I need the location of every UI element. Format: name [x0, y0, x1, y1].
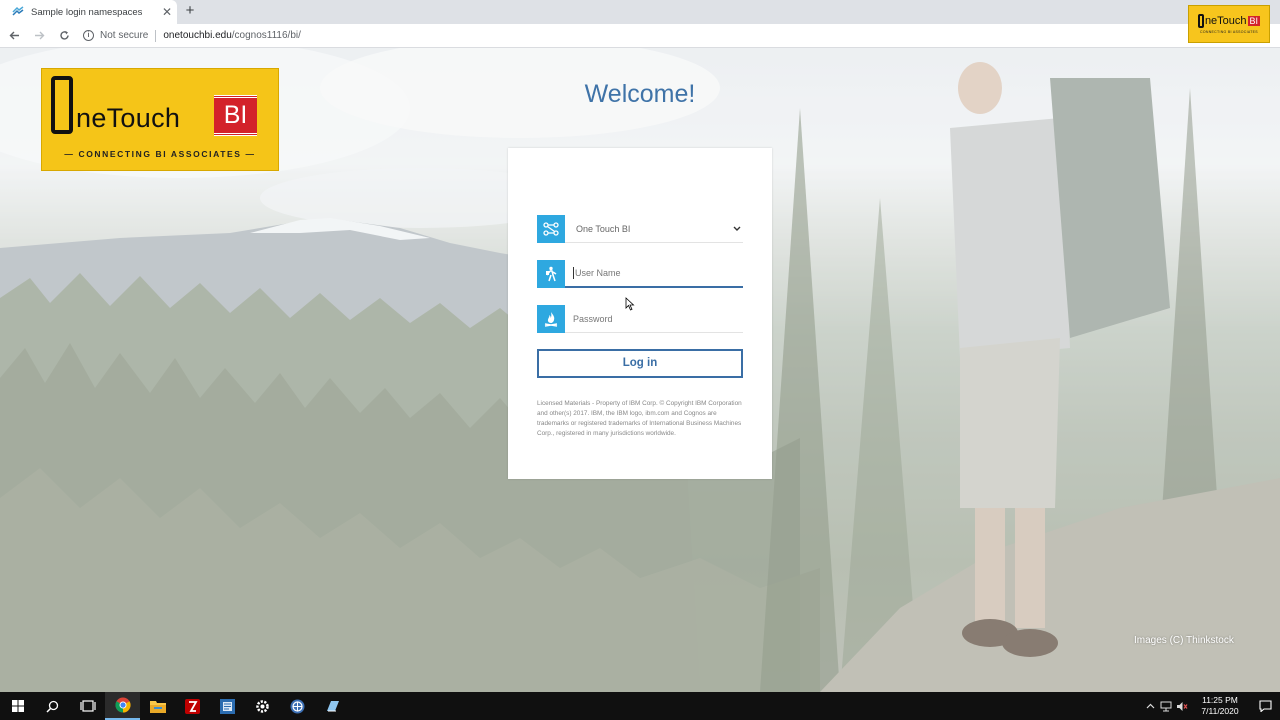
logo-bi: BI	[214, 95, 257, 136]
taskbar-filezilla[interactable]	[175, 692, 210, 720]
campfire-icon	[537, 305, 565, 333]
search-icon	[46, 700, 59, 713]
logo-text: neTouch	[76, 103, 181, 133]
browser-tab-bar: Sample login namespaces ✕ +	[0, 0, 1280, 24]
forward-button[interactable]	[28, 25, 50, 47]
tab-close-icon[interactable]: ✕	[157, 5, 177, 19]
url-host: onetouchbi.edu	[163, 30, 232, 41]
url-box[interactable]: i Not secure onetouchbi.edu /cognos1116/…	[83, 29, 301, 42]
clock-date: 7/11/2020	[1201, 706, 1239, 716]
namespace-dropdown[interactable]: One Touch BI	[565, 215, 743, 243]
taskbar-file-explorer[interactable]	[140, 692, 175, 720]
namespace-icon	[537, 215, 565, 243]
reload-button[interactable]	[53, 25, 75, 47]
action-center-button[interactable]	[1250, 700, 1280, 712]
start-icon	[11, 700, 24, 712]
start-button[interactable]	[0, 692, 35, 720]
system-tray: 11:25 PM 7/11/2020	[1142, 692, 1280, 720]
filezilla-icon	[185, 698, 200, 714]
forward-arrow-icon	[34, 31, 44, 40]
taskbar-network-app[interactable]	[280, 692, 315, 720]
file-explorer-icon	[149, 701, 166, 713]
text-caret	[573, 267, 574, 279]
word-app-icon	[220, 698, 235, 714]
logo-o-glyph	[51, 76, 73, 134]
settings-icon	[256, 699, 269, 713]
info-icon[interactable]: i	[83, 30, 94, 41]
onetouch-bi-logo: neTouch BI — CONNECTING BI ASSOCIATES —	[41, 68, 279, 171]
task-view-button[interactable]	[70, 692, 105, 720]
notification-icon	[1258, 700, 1272, 712]
chevron-up-icon	[1146, 703, 1154, 709]
namespace-select[interactable]: One Touch BI	[537, 215, 743, 243]
url-path: /cognos1116/bi/	[231, 30, 301, 41]
login-button[interactable]: Log in	[537, 349, 743, 378]
tab-title: Sample login namespaces	[31, 6, 143, 18]
back-arrow-icon	[9, 31, 19, 40]
network-nodes-icon	[543, 222, 559, 236]
login-card: One Touch BI User Name Password Log in L…	[508, 148, 772, 479]
network-tray-button[interactable]	[1158, 692, 1174, 720]
windows-taskbar: 11:25 PM 7/11/2020	[0, 692, 1280, 720]
corner-logo-bi: BI	[1247, 16, 1261, 26]
security-label: Not secure	[100, 30, 149, 41]
reload-icon	[59, 31, 69, 40]
show-hidden-icons[interactable]	[1142, 692, 1158, 720]
password-placeholder: Password	[573, 313, 613, 324]
hiker-icon	[537, 260, 565, 288]
welcome-heading: Welcome!	[584, 80, 696, 108]
new-tab-button[interactable]: +	[181, 2, 199, 20]
cognos-favicon-icon	[12, 6, 24, 16]
corner-logo-tagline: CONNECTING BI ASSOCIATES	[1200, 30, 1258, 34]
remote-desktop-icon	[327, 700, 339, 711]
taskbar-word-app[interactable]	[210, 692, 245, 720]
namespace-value: One Touch BI	[576, 223, 631, 234]
image-credit: Images (C) Thinkstock	[1134, 635, 1234, 646]
corner-logo-text: neTouch	[1204, 15, 1247, 27]
taskbar-chrome[interactable]	[105, 692, 140, 720]
back-button[interactable]	[3, 25, 25, 47]
chrome-icon	[114, 697, 131, 713]
search-button[interactable]	[35, 692, 70, 720]
volume-tray-button[interactable]	[1174, 692, 1190, 720]
mouse-cursor-icon	[625, 297, 635, 311]
username-input[interactable]: User Name	[565, 260, 743, 288]
password-input[interactable]: Password	[565, 305, 743, 333]
login-page: neTouch BI — CONNECTING BI ASSOCIATES — …	[0, 48, 1280, 692]
username-row: User Name	[537, 260, 743, 288]
clock-time: 11:25 PM	[1202, 695, 1238, 705]
taskbar-remote-desktop[interactable]	[315, 692, 350, 720]
corner-logo: neTouch BI CONNECTING BI ASSOCIATES	[1188, 5, 1270, 43]
logo-tagline: — CONNECTING BI ASSOCIATES —	[64, 149, 256, 159]
legal-notice: Licensed Materials - Property of IBM Cor…	[537, 400, 742, 437]
address-bar: i Not secure onetouchbi.edu /cognos1116/…	[0, 24, 1280, 48]
browser-tab[interactable]: Sample login namespaces ✕	[0, 0, 177, 24]
task-view-icon	[79, 700, 96, 712]
chevron-down-icon	[731, 224, 743, 234]
taskbar-settings[interactable]	[245, 692, 280, 720]
taskbar-clock[interactable]: 11:25 PM 7/11/2020	[1190, 695, 1250, 717]
password-row: Password	[537, 305, 743, 333]
network-app-icon	[290, 699, 305, 713]
volume-muted-icon	[1177, 701, 1188, 711]
network-icon	[1160, 701, 1172, 711]
username-placeholder: User Name	[575, 268, 621, 278]
corner-logo-o	[1197, 14, 1204, 28]
url-separator	[155, 29, 157, 42]
